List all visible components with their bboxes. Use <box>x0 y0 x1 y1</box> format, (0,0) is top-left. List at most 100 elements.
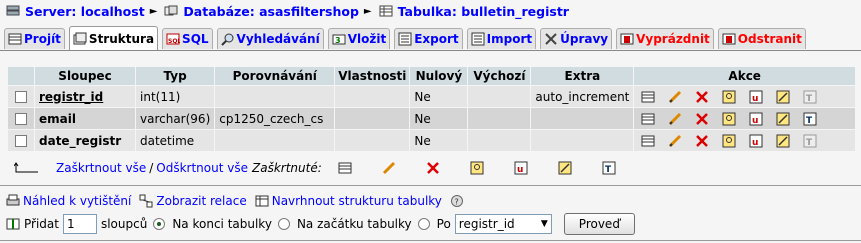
fulltext-icon[interactable]: T <box>803 90 817 104</box>
at-start-radio[interactable] <box>277 218 290 230</box>
tab-empty[interactable]: Vyprázdnit <box>616 28 714 49</box>
svg-text:u: u <box>517 165 523 175</box>
at-end-radio[interactable] <box>153 218 166 230</box>
breadcrumb: Server: localhost ► Databáze: asasfilter… <box>4 2 569 20</box>
propose-structure-icon <box>255 195 269 207</box>
relation-icon <box>139 194 153 208</box>
primary-key-icon[interactable] <box>722 90 736 104</box>
fulltext-icon[interactable]: T <box>803 134 817 148</box>
unique-selected-icon[interactable]: u <box>514 161 528 175</box>
index-icon[interactable] <box>776 112 790 126</box>
export-icon <box>398 32 412 46</box>
operations-icon <box>545 33 557 45</box>
column-attributes <box>335 86 410 107</box>
header-attributes: Vlastnosti <box>335 67 410 85</box>
row-actions: u T <box>634 130 855 151</box>
table-icon <box>379 5 393 17</box>
at-start-label: Na začátku tabulky <box>296 217 412 231</box>
fulltext-icon[interactable]: T <box>803 112 817 126</box>
tab-export[interactable]: Export <box>394 28 463 49</box>
browse-icon <box>8 33 22 45</box>
relation-view-link[interactable]: Zobrazit relace <box>156 194 246 208</box>
edit-selected-icon[interactable] <box>382 161 396 175</box>
index-icon[interactable] <box>776 134 790 148</box>
after-label: Po <box>436 217 451 231</box>
database-link[interactable]: Databáze: asasfiltershop <box>183 4 359 19</box>
tab-label: Export <box>414 32 459 46</box>
tab-label: Import <box>486 32 533 46</box>
header-collation: Porovnávání <box>215 67 335 85</box>
tab-label: Vložit <box>347 32 387 46</box>
table-row: date_registr datetime Ne u T <box>8 130 855 151</box>
check-all-link[interactable]: Zaškrtnout vše <box>56 161 146 175</box>
tab-insert[interactable]: 3 Vložit <box>327 28 391 49</box>
after-radio[interactable] <box>417 218 430 230</box>
column-extra <box>531 108 634 129</box>
delete-x-icon[interactable] <box>695 90 709 104</box>
tab-label: Úpravy <box>560 32 609 46</box>
server-link[interactable]: Server: localhost <box>25 4 145 19</box>
index-selected-icon[interactable] <box>558 161 572 175</box>
database-icon <box>164 5 178 16</box>
column-name: date_registr <box>35 130 135 151</box>
print-view-link[interactable]: Náhled k vytištění <box>23 194 131 208</box>
help-icon[interactable]: ? <box>450 194 464 208</box>
tab-label: Vyprázdnit <box>636 32 710 46</box>
tab-label: Struktura <box>88 31 155 46</box>
svg-text:T: T <box>806 138 813 148</box>
add-column-icon <box>6 218 20 230</box>
svg-text:T: T <box>806 94 813 104</box>
edit-pencil-icon[interactable] <box>668 112 682 126</box>
browse-distinct-icon[interactable] <box>641 112 655 126</box>
tab-operations[interactable]: Úpravy <box>540 28 613 49</box>
row-checkbox[interactable] <box>15 135 27 147</box>
uncheck-all-link[interactable]: Odškrtnout vše <box>156 161 248 175</box>
delete-selected-icon[interactable] <box>426 161 440 175</box>
svg-text:u: u <box>752 138 758 148</box>
edit-pencil-icon[interactable] <box>668 134 682 148</box>
edit-pencil-icon[interactable] <box>668 90 682 104</box>
tab-browse[interactable]: Projít <box>4 28 65 49</box>
go-button[interactable]: Proveď <box>563 213 635 235</box>
tab-structure[interactable]: Struktura <box>68 26 159 50</box>
tab-drop[interactable]: Odstranit <box>717 28 806 49</box>
print-icon <box>6 194 20 206</box>
row-checkbox[interactable] <box>15 91 27 103</box>
column-default <box>468 86 531 107</box>
unique-icon[interactable]: u <box>749 134 763 148</box>
fulltext-selected-icon[interactable]: T <box>602 161 616 175</box>
browse-distinct-icon[interactable] <box>641 134 655 148</box>
index-icon[interactable] <box>776 90 790 104</box>
svg-text:T: T <box>605 165 612 175</box>
with-selected-bar: Zaškrtnout vše / Odškrtnout vše Zaškrtnu… <box>14 158 634 178</box>
insert-icon: 3 <box>332 34 346 45</box>
at-end-label: Na konci tabulky <box>172 217 272 231</box>
propose-structure-link[interactable]: Navrhnout strukturu tabulky <box>272 194 442 208</box>
delete-x-icon[interactable] <box>695 112 709 126</box>
delete-x-icon[interactable] <box>695 134 709 148</box>
tab-search[interactable]: Vyhledávání <box>216 28 324 49</box>
header-column: Sloupec <box>35 67 135 85</box>
header-extra: Extra <box>531 67 634 85</box>
tab-sql[interactable]: SQL SQL <box>162 28 213 49</box>
column-count-input[interactable] <box>62 214 97 234</box>
svg-text:?: ? <box>454 198 458 207</box>
table-link[interactable]: Tabulka: bulletin_registr <box>398 4 569 19</box>
unique-icon[interactable]: u <box>749 112 763 126</box>
row-actions: u T <box>634 108 855 129</box>
unique-icon[interactable]: u <box>749 90 763 104</box>
row-checkbox[interactable] <box>15 113 27 125</box>
tab-import[interactable]: Import <box>466 28 537 49</box>
breadcrumb-separator: ► <box>363 5 372 17</box>
tab-label: Vyhledávání <box>236 32 320 46</box>
primary-selected-icon[interactable] <box>470 161 484 175</box>
browse-distinct-icon[interactable] <box>641 90 655 104</box>
browse-selected-icon[interactable] <box>338 161 352 175</box>
header-actions: Akce <box>634 67 855 85</box>
header-checkbox <box>8 67 34 85</box>
column-extra <box>531 130 634 151</box>
after-column-select[interactable]: registr_id ▼ <box>454 214 552 234</box>
primary-key-icon[interactable] <box>722 112 736 126</box>
tab-divider <box>0 50 861 51</box>
primary-key-icon[interactable] <box>722 134 736 148</box>
